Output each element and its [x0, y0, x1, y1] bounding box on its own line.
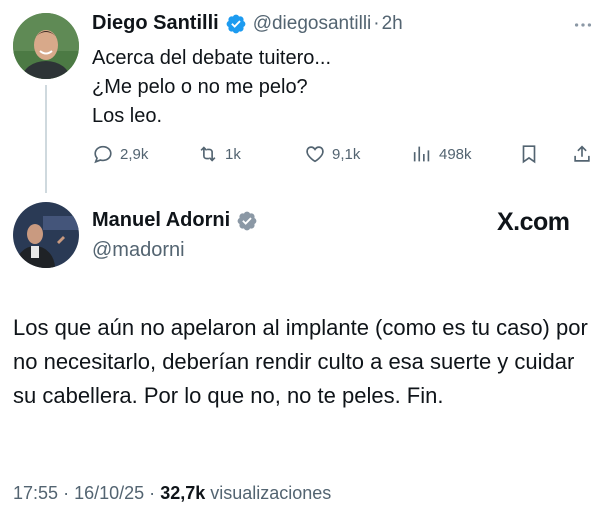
reply-date[interactable]: 16/10/25 [74, 483, 144, 503]
retweet-count: 1k [225, 145, 241, 163]
site-label: X.com [497, 208, 570, 236]
avatar-manuel-adorni[interactable] [13, 202, 79, 268]
reply-author-handle[interactable]: @madorni [92, 239, 185, 262]
author-handle[interactable]: @diegosantilli [253, 13, 372, 35]
retweet-button[interactable]: 1k [197, 143, 241, 165]
retweet-icon [200, 146, 216, 162]
tweet-header: Diego Santilli @diegosantilli · 2h [92, 12, 403, 35]
reply-header: Manuel Adorni [92, 209, 258, 232]
avatar-image [13, 13, 79, 79]
reply-views-label: visualizaciones [210, 483, 332, 503]
views-count: 498k [439, 145, 472, 163]
reply-text: Los que aún no apelaron al implante (com… [13, 315, 588, 408]
avatar-image [13, 202, 79, 268]
more-dots-icon [574, 23, 592, 27]
like-button[interactable]: 9,1k [304, 143, 360, 165]
heart-icon [306, 146, 324, 163]
avatar-diego-santilli[interactable] [13, 13, 79, 79]
views-bar-chart-icon [413, 146, 430, 162]
reply-views-count: 32,7k [160, 483, 206, 503]
reply-author-name[interactable]: Manuel Adorni [92, 209, 230, 232]
verified-badge-icon [237, 211, 257, 230]
bookmark-icon [522, 145, 536, 164]
tweet-time[interactable]: 2h [382, 13, 403, 35]
reply-button[interactable]: 2,9k [92, 143, 148, 165]
separator: · [373, 12, 380, 34]
separator: · [149, 483, 156, 503]
views-button[interactable]: 498k [411, 143, 472, 165]
reply-footer: 17:55 · 16/10/25 · 32,7k visualizaciones [13, 483, 331, 504]
separator: · [63, 483, 70, 503]
more-options-button[interactable] [572, 14, 594, 41]
share-icon [574, 145, 590, 162]
reply-time[interactable]: 17:55 [13, 483, 58, 503]
thread-line [45, 85, 47, 193]
reply-icon [94, 145, 112, 164]
tweet-text: Acerca del debate tuitero... ¿Me pelo o … [92, 47, 332, 127]
like-count: 9,1k [332, 145, 361, 163]
reply-count: 2,9k [120, 145, 149, 163]
bookmark-button[interactable] [518, 143, 540, 165]
author-name[interactable]: Diego Santilli [92, 12, 219, 35]
share-button[interactable] [571, 143, 593, 165]
verified-badge-icon [226, 14, 246, 33]
